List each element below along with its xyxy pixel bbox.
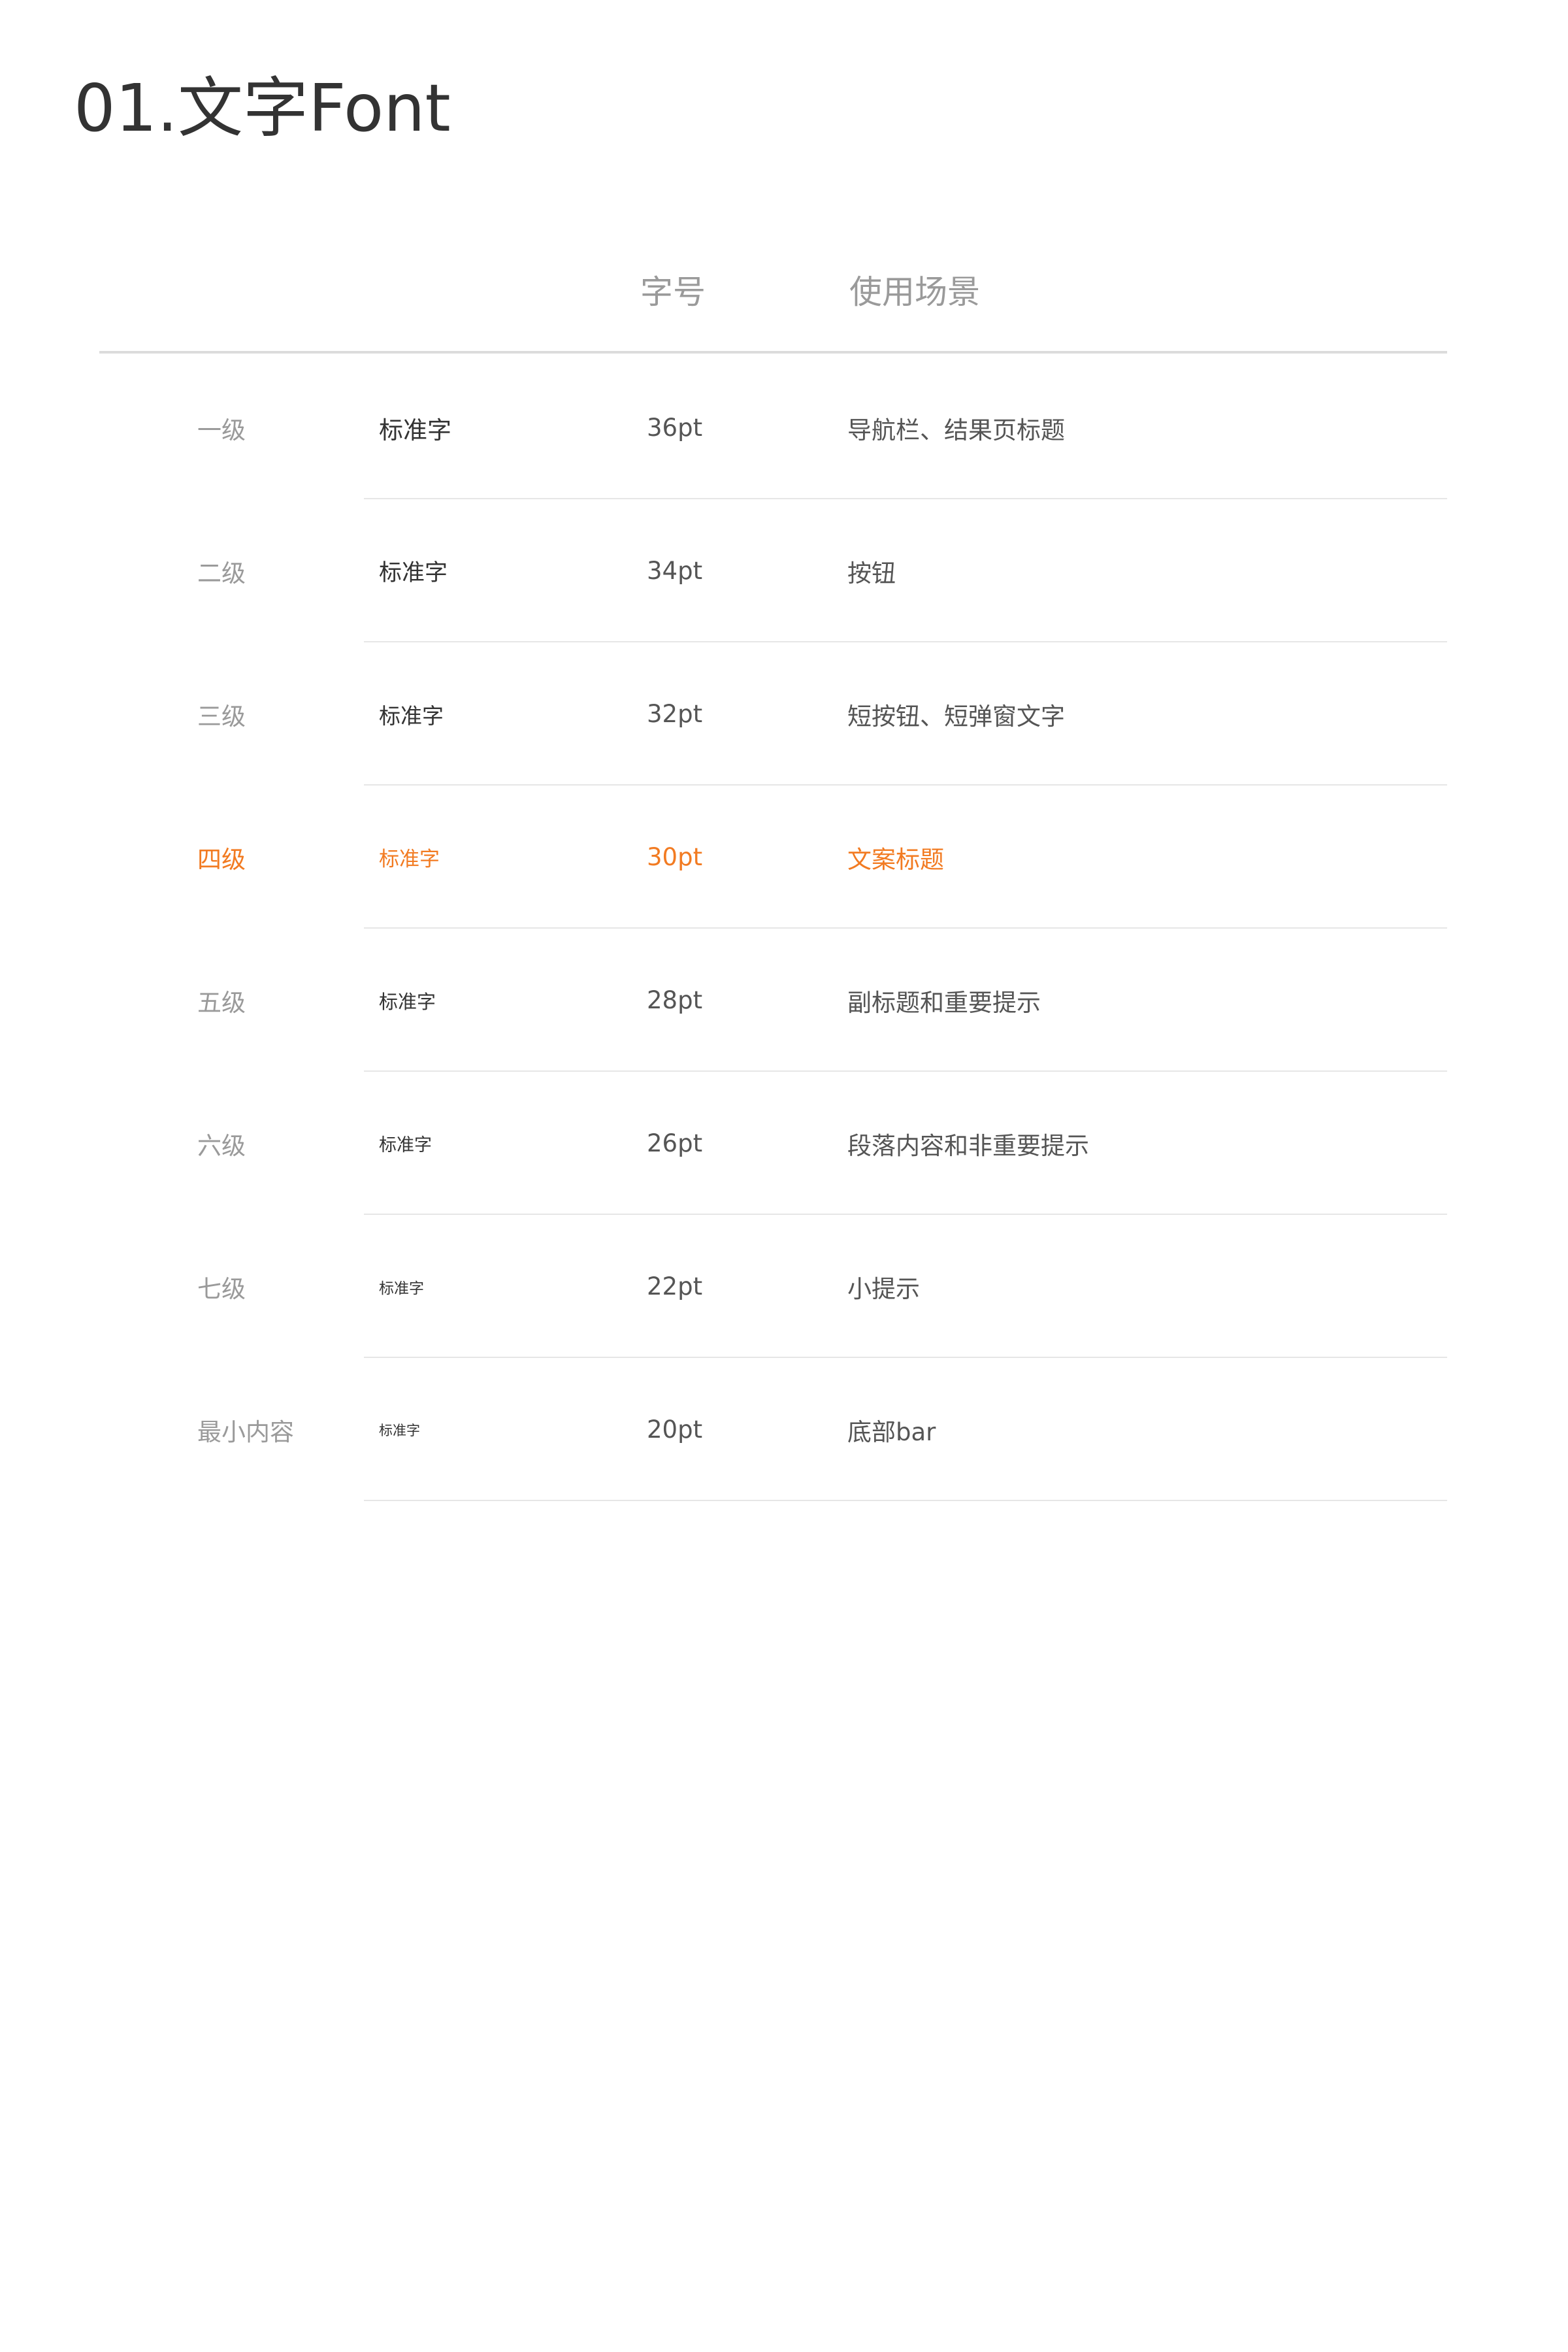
level-label: 三级 (197, 702, 246, 731)
level-label: 最小内容 (197, 1417, 294, 1446)
row-divider (364, 1500, 1447, 1501)
font-size-value: 26pt (647, 1129, 703, 1157)
page-title: 01.文字Font (74, 70, 451, 146)
font-row-level-6: 六级 标准字 26pt 段落内容和非重要提示 (0, 1072, 1568, 1215)
sample-text: 标准字 (379, 560, 448, 586)
sample-text: 标准字 (379, 1422, 420, 1438)
sample-text: 标准字 (379, 416, 451, 444)
font-row-level-5: 五级 标准字 28pt 副标题和重要提示 (0, 929, 1568, 1072)
sample-text: 标准字 (379, 1135, 432, 1155)
sample-text: 标准字 (379, 1280, 424, 1297)
usage-scenario: 底部bar (847, 1417, 936, 1446)
font-size-value: 20pt (647, 1416, 703, 1444)
font-row-level-2: 二级 标准字 34pt 按钮 (0, 499, 1568, 642)
column-header-size: 字号 (640, 273, 706, 311)
usage-scenario: 小提示 (847, 1274, 920, 1303)
sample-text: 标准字 (379, 990, 436, 1013)
usage-scenario: 文案标题 (847, 845, 944, 874)
font-size-value: 28pt (647, 986, 703, 1014)
font-row-level-4: 四级 标准字 30pt 文案标题 (0, 786, 1568, 929)
font-size-value: 22pt (647, 1272, 703, 1300)
sample-text: 标准字 (379, 703, 444, 729)
font-row-minimum: 最小内容 标准字 20pt 底部bar (0, 1358, 1568, 1501)
level-label: 四级 (197, 845, 246, 874)
usage-scenario: 按钮 (847, 559, 896, 588)
column-header-usage: 使用场景 (849, 273, 980, 311)
font-row-level-3: 三级 标准字 32pt 短按钮、短弹窗文字 (0, 642, 1568, 786)
font-size-value: 32pt (647, 700, 703, 728)
font-size-value: 34pt (647, 557, 703, 585)
usage-scenario: 段落内容和非重要提示 (847, 1131, 1089, 1160)
usage-scenario: 短按钮、短弹窗文字 (847, 702, 1065, 731)
usage-scenario: 副标题和重要提示 (847, 988, 1041, 1017)
sample-text: 标准字 (379, 848, 440, 871)
header-divider (99, 351, 1447, 354)
usage-scenario: 导航栏、结果页标题 (847, 416, 1065, 444)
level-label: 二级 (197, 559, 246, 588)
level-label: 六级 (197, 1131, 246, 1160)
font-size-value: 30pt (647, 843, 703, 871)
level-label: 五级 (197, 988, 246, 1017)
font-row-level-1: 一级 标准字 36pt 导航栏、结果页标题 (0, 356, 1568, 499)
level-label: 一级 (197, 416, 246, 444)
font-row-level-7: 七级 标准字 22pt 小提示 (0, 1215, 1568, 1358)
font-size-value: 36pt (647, 414, 703, 442)
level-label: 七级 (197, 1274, 246, 1303)
